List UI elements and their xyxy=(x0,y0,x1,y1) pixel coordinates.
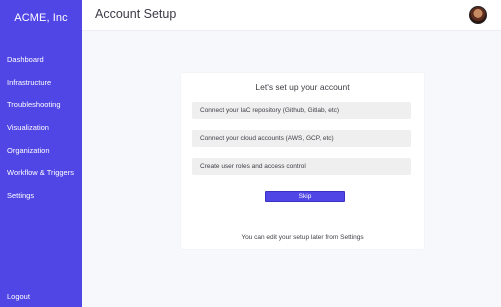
skip-button[interactable]: Skip xyxy=(265,191,345,202)
top-header: Account Setup xyxy=(82,0,501,31)
setup-card: Let's set up your account Connect your I… xyxy=(181,73,424,249)
page-title: Account Setup xyxy=(95,7,177,21)
create-user-roles-button[interactable]: Create user roles and access control xyxy=(192,158,411,175)
logout-link[interactable]: Logout xyxy=(7,292,30,301)
connect-cloud-accounts-button[interactable]: Connect your cloud accounts (AWS, GCP, e… xyxy=(192,130,411,147)
connect-iac-repo-button[interactable]: Connect your IaC repository (Github, Git… xyxy=(192,102,411,119)
setup-footnote: You can edit your setup later from Setti… xyxy=(241,234,364,241)
brand-name: ACME, Inc xyxy=(14,12,68,24)
sidebar-item-troubleshooting[interactable]: Troubleshooting xyxy=(7,100,61,109)
sidebar-item-infrastructure[interactable]: Infrastructure xyxy=(7,78,51,87)
sidebar-item-settings[interactable]: Settings xyxy=(7,191,34,200)
sidebar-item-dashboard[interactable]: Dashboard xyxy=(7,55,44,64)
sidebar-item-organization[interactable]: Organization xyxy=(7,146,50,155)
setup-card-title: Let's set up your account xyxy=(255,82,350,92)
sidebar-item-visualization[interactable]: Visualization xyxy=(7,123,49,132)
sidebar: ACME, Inc Dashboard Infrastructure Troub… xyxy=(0,0,82,307)
app-root: ACME, Inc Dashboard Infrastructure Troub… xyxy=(0,0,501,307)
sidebar-item-workflow-triggers[interactable]: Workflow & Triggers xyxy=(7,168,74,177)
user-avatar[interactable] xyxy=(469,6,487,24)
